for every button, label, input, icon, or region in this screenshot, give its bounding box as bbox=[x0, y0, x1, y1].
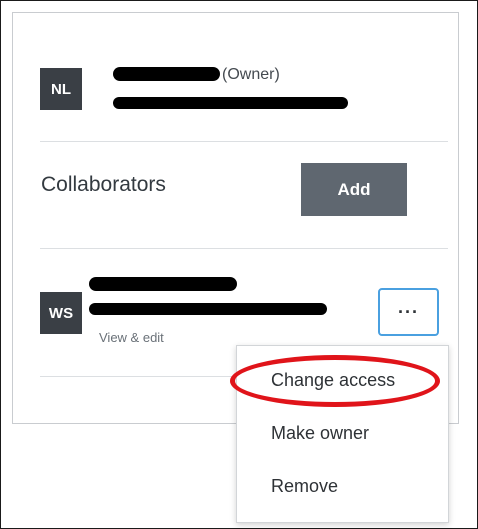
collaborator-avatar: WS bbox=[40, 292, 82, 334]
collaborator-email-redaction bbox=[89, 303, 327, 315]
more-options-button[interactable]: ··· bbox=[378, 288, 439, 336]
owner-email-redaction bbox=[113, 97, 348, 109]
divider bbox=[40, 376, 236, 377]
collaborators-heading: Collaborators bbox=[41, 173, 166, 196]
add-collaborator-button[interactable]: Add bbox=[301, 163, 407, 216]
menu-item-remove[interactable]: Remove bbox=[271, 476, 338, 497]
owner-role-tag: (Owner) bbox=[222, 66, 280, 83]
menu-item-make-owner[interactable]: Make owner bbox=[271, 423, 369, 444]
divider bbox=[40, 141, 448, 142]
menu-item-change-access[interactable]: Change access bbox=[271, 370, 395, 391]
owner-avatar: NL bbox=[40, 68, 82, 110]
collaborator-name-redaction bbox=[89, 277, 237, 291]
collaborator-permission-label: View & edit bbox=[99, 330, 164, 345]
divider bbox=[40, 248, 448, 249]
collaborator-context-menu: Change access Make owner Remove bbox=[236, 345, 449, 523]
owner-name-redaction bbox=[113, 67, 220, 81]
